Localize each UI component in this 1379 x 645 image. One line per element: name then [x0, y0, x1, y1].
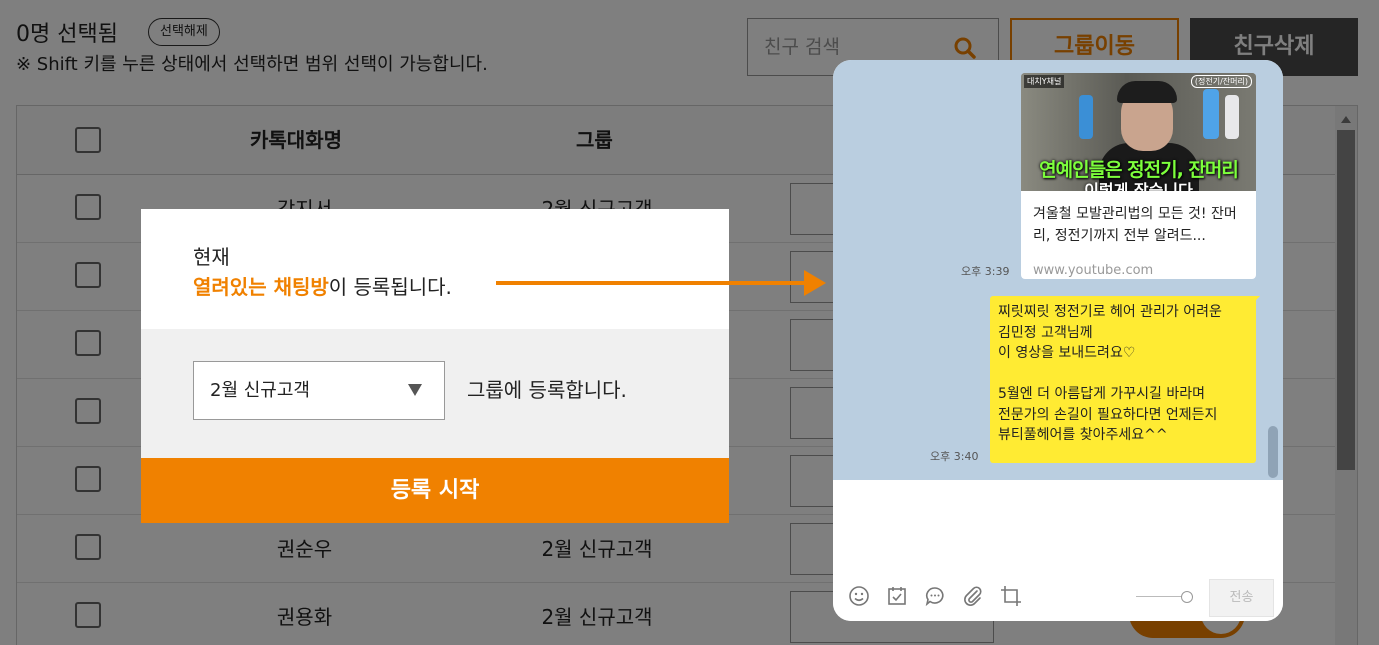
modal-line-current: 현재 — [193, 245, 230, 269]
message-line: 찌릿찌릿 정전기로 헤어 관리가 어려운 — [998, 304, 1222, 320]
spray-bottle-right — [1203, 89, 1219, 139]
message-line: 김민정 고객님께 — [998, 324, 1093, 341]
message-line: 뷰티풀헤어를 찾아주세요^^ — [998, 427, 1168, 443]
channel-logo: 대치Y채널 — [1024, 75, 1065, 88]
calendar-check-icon[interactable] — [885, 584, 909, 608]
group-select-section: 2월 신규고객 그룹에 등록합니다. — [141, 329, 729, 458]
thumbnail-caption-sub: 이렇게 잡습니다 — [1084, 181, 1193, 191]
chat-window: 대치Y채널 (정전기/잔머리) 연예인들은 정전기, 잔머리 이렇게 잡습니다 … — [833, 60, 1283, 621]
group-select-value: 2월 신규고객 — [210, 380, 310, 401]
chat-input-area[interactable]: 전송 — [833, 480, 1283, 621]
pointer-arrow-line — [496, 281, 808, 285]
message-line: 5월엔 더 아름답게 가꾸시길 바라며 — [998, 386, 1206, 402]
youtube-link-card[interactable]: 대치Y채널 (정전기/잔머리) 연예인들은 정전기, 잔머리 이렇게 잡습니다 … — [1021, 73, 1256, 279]
bottle-white — [1225, 95, 1239, 139]
crop-icon[interactable] — [999, 584, 1023, 608]
emoji-icon[interactable] — [847, 584, 871, 608]
modal-line-register: 열려있는 채팅방이 등록됩니다. — [193, 271, 452, 300]
font-size-slider-track[interactable] — [1136, 596, 1186, 597]
open-chatroom-highlight: 열려있는 채팅방 — [193, 275, 329, 299]
message-line: 전문가의 손길이 필요하다면 언제든지 — [998, 406, 1218, 423]
speech-bubble-icon[interactable] — [923, 584, 947, 608]
paperclip-icon[interactable] — [961, 584, 985, 608]
group-select-dropdown[interactable]: 2월 신규고객 — [193, 361, 445, 420]
chat-messages-area[interactable]: 대치Y채널 (정전기/잔머리) 연예인들은 정전기, 잔머리 이렇게 잡습니다 … — [833, 60, 1283, 480]
chat-scrollbar-thumb[interactable] — [1268, 426, 1278, 478]
message-time: 오후 3:40 — [930, 450, 979, 463]
bubble-tail — [1251, 296, 1260, 305]
message-time: 오후 3:39 — [961, 265, 1010, 278]
video-thumbnail: 대치Y채널 (정전기/잔머리) 연예인들은 정전기, 잔머리 이렇게 잡습니다 — [1021, 73, 1256, 191]
modal-description: 현재 열려있는 채팅방이 등록됩니다. — [141, 209, 729, 329]
message-line — [998, 364, 1248, 385]
modal-line-rest: 이 등록됩니다. — [328, 275, 452, 299]
spray-bottle-left — [1079, 95, 1093, 139]
thumbnail-tag: (정전기/잔머리) — [1190, 75, 1252, 88]
link-url: www.youtube.com — [1033, 263, 1154, 278]
message-line: 이 영상을 보내드려요♡ — [998, 345, 1136, 361]
pointer-arrow-head-icon — [804, 270, 826, 296]
person-cap — [1117, 81, 1177, 103]
link-title: 겨울철 모발관리법의 모든 것! 잔머리, 정전기까지 전부 알려드... — [1033, 206, 1237, 244]
font-size-slider-knob[interactable] — [1181, 591, 1193, 603]
start-register-button[interactable]: 등록 시작 — [141, 458, 729, 523]
group-register-text: 그룹에 등록합니다. — [467, 378, 627, 402]
dropdown-caret-icon — [408, 384, 422, 396]
message-bubble: 찌릿찌릿 정전기로 헤어 관리가 어려운 김민정 고객님께 이 영상을 보내드려… — [990, 296, 1256, 463]
register-chatroom-modal: 현재 열려있는 채팅방이 등록됩니다. 2월 신규고객 그룹에 등록합니다. 등… — [141, 209, 729, 523]
send-button[interactable]: 전송 — [1209, 579, 1274, 617]
